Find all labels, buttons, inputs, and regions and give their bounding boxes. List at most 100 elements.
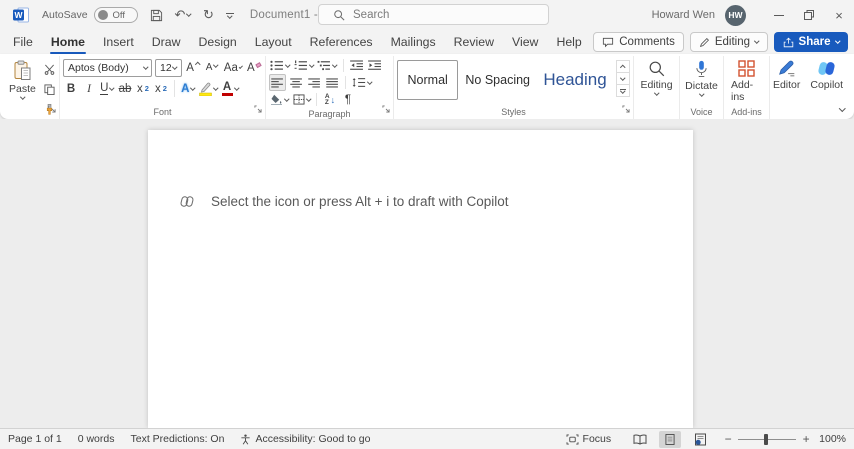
align-right-button[interactable] <box>306 74 322 91</box>
word-count[interactable]: 0 words <box>78 433 115 445</box>
tab-home[interactable]: Home <box>42 30 94 54</box>
zoom-slider-thumb[interactable] <box>764 433 769 445</box>
increase-indent-button[interactable] <box>367 57 383 74</box>
search-icon <box>334 9 345 21</box>
styles-group: Normal No Spacing Heading Styles <box>394 56 634 119</box>
borders-button[interactable] <box>292 91 312 108</box>
change-case-button[interactable]: Aa <box>223 59 243 76</box>
bullets-button[interactable] <box>269 57 291 74</box>
clear-formatting-button[interactable]: A <box>246 59 262 76</box>
subscript-button[interactable]: x2 <box>135 80 151 97</box>
copy-button[interactable] <box>42 81 58 98</box>
tab-design[interactable]: Design <box>189 30 245 54</box>
tab-mailings[interactable]: Mailings <box>382 30 445 54</box>
pencil-icon <box>699 37 709 47</box>
bold-button[interactable]: B <box>63 80 79 97</box>
text-predictions[interactable]: Text Predictions: On <box>130 433 224 445</box>
tab-review[interactable]: Review <box>445 30 503 54</box>
customize-toolbar-button[interactable] <box>225 12 234 18</box>
paste-button[interactable]: Paste <box>5 58 40 118</box>
print-layout-button[interactable] <box>659 430 682 448</box>
paragraph-dialog-launcher[interactable] <box>382 102 390 116</box>
collapse-ribbon-button[interactable] <box>838 99 845 113</box>
ribbon: Paste Aptos (Body) 12 A A Aa A B I U ab … <box>0 54 854 128</box>
copilot-button[interactable]: Copilot <box>806 58 847 104</box>
text-effects-button[interactable]: A <box>180 80 196 97</box>
caret-up-icon <box>195 62 201 67</box>
comments-button[interactable]: Comments <box>593 32 684 52</box>
zoom-slider[interactable] <box>738 433 797 445</box>
bullet-list-icon <box>270 60 283 71</box>
restore-button[interactable] <box>794 0 824 30</box>
minimize-button[interactable] <box>764 0 794 30</box>
chevron-down-icon <box>109 85 115 90</box>
user-name[interactable]: Howard Wen <box>652 9 715 21</box>
chevron-up-icon <box>620 65 626 70</box>
text-highlight-button[interactable] <box>198 80 219 97</box>
page-count[interactable]: Page 1 of 1 <box>8 433 62 445</box>
tab-references[interactable]: References <box>301 30 382 54</box>
avatar[interactable]: HW <box>725 4 746 26</box>
cut-button[interactable] <box>42 61 58 78</box>
focus-mode-button[interactable]: Focus <box>566 433 611 445</box>
styles-dialog-launcher[interactable] <box>622 102 630 116</box>
align-center-button[interactable] <box>288 74 304 91</box>
save-button[interactable] <box>150 9 163 22</box>
web-layout-button[interactable] <box>689 431 711 448</box>
style-no-spacing[interactable]: No Spacing <box>458 60 537 100</box>
underline-button[interactable]: U <box>99 80 115 97</box>
font-size-combo[interactable]: 12 <box>155 58 182 77</box>
chevron-down-icon <box>213 85 219 90</box>
decrease-indent-button[interactable] <box>349 57 365 74</box>
copilot-outline-icon[interactable] <box>180 195 194 208</box>
addins-button[interactable]: Add-ins <box>727 58 766 105</box>
search-input[interactable]: Search <box>318 4 549 25</box>
clipboard-group: Paste <box>2 56 60 128</box>
tab-view[interactable]: View <box>503 30 547 54</box>
accessibility-status[interactable]: Accessibility: Good to go <box>240 433 370 445</box>
dialog-launcher-icon <box>622 105 630 113</box>
zoom-out-button[interactable]: − <box>723 432 733 446</box>
tab-draw[interactable]: Draw <box>143 30 190 54</box>
zoom-level[interactable]: 100% <box>819 433 846 445</box>
gallery-more-button[interactable] <box>616 84 630 97</box>
editor-button[interactable]: Editor <box>769 58 804 104</box>
share-button[interactable]: Share <box>773 32 848 52</box>
ribbon-tabs: File Home Insert Draw Design Layout Refe… <box>4 30 591 54</box>
align-left-button[interactable] <box>269 74 286 91</box>
clipboard-dialog-launcher[interactable] <box>48 102 56 116</box>
zoom-in-button[interactable]: + <box>801 432 811 446</box>
strikethrough-button[interactable]: ab <box>117 80 133 97</box>
sort-button[interactable]: AZ ↓ <box>322 91 338 108</box>
font-color-button[interactable]: A <box>221 80 240 97</box>
redo-button[interactable]: ↻ <box>203 7 214 23</box>
editing-group: Editing <box>634 56 680 119</box>
line-spacing-button[interactable] <box>351 74 373 91</box>
shading-button[interactable] <box>269 91 290 108</box>
numbering-button[interactable] <box>293 57 315 74</box>
editing-menu-button[interactable]: Editing <box>636 58 676 104</box>
close-button[interactable]: × <box>824 0 854 30</box>
undo-button[interactable]: ↶ <box>175 7 192 23</box>
editing-mode-button[interactable]: Editing <box>689 32 768 52</box>
read-mode-button[interactable] <box>629 431 651 448</box>
superscript-button[interactable]: x2 <box>153 80 169 97</box>
justify-button[interactable] <box>324 74 340 91</box>
grow-font-button[interactable]: A <box>185 59 201 76</box>
font-family-combo[interactable]: Aptos (Body) <box>63 58 153 77</box>
style-heading[interactable]: Heading <box>537 60 613 100</box>
tab-layout[interactable]: Layout <box>246 30 301 54</box>
italic-button[interactable]: I <box>81 80 97 97</box>
dictate-button[interactable]: Dictate <box>681 58 722 104</box>
multilevel-list-button[interactable] <box>316 57 338 74</box>
shrink-font-button[interactable]: A <box>204 59 220 76</box>
font-dialog-launcher[interactable] <box>254 102 262 116</box>
style-normal[interactable]: Normal <box>397 60 459 100</box>
autosave-toggle[interactable]: Off <box>93 7 138 23</box>
show-hide-marks-button[interactable]: ¶ <box>340 91 356 108</box>
paint-bucket-icon <box>271 94 282 105</box>
tab-file[interactable]: File <box>4 30 42 54</box>
document-page[interactable]: Select the icon or press Alt + i to draf… <box>148 130 693 428</box>
tab-insert[interactable]: Insert <box>94 30 143 54</box>
tab-help[interactable]: Help <box>547 30 590 54</box>
